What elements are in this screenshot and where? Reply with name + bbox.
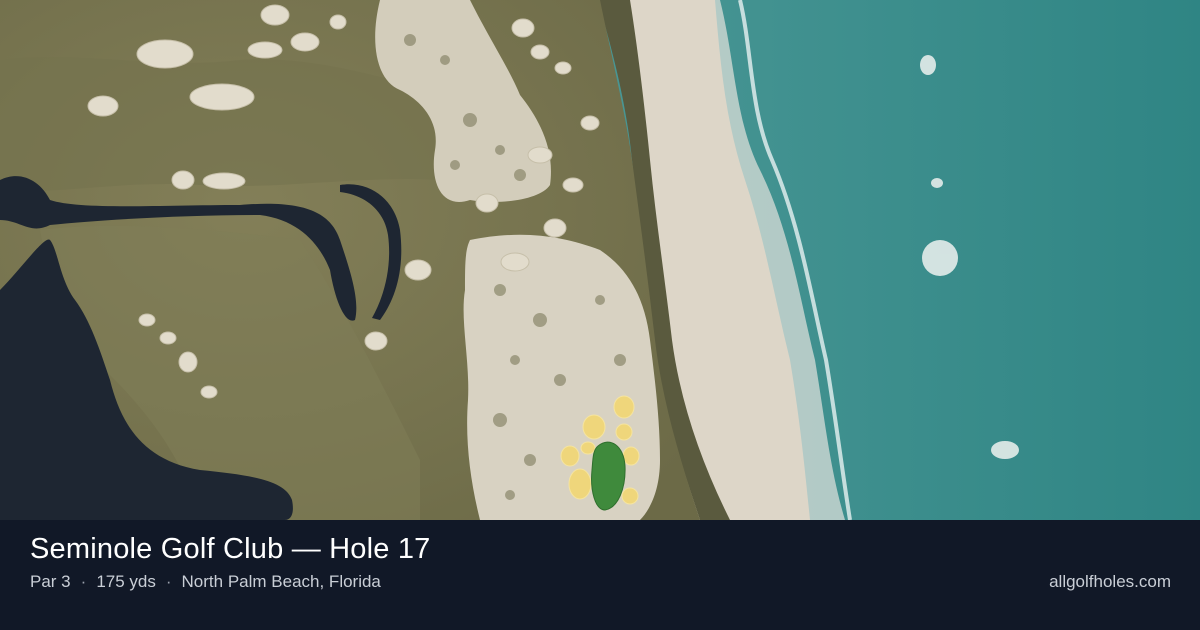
yardage-label: 175 yds [96,572,156,591]
aerial-map [0,0,1200,520]
hole-meta: Par 3 · 175 yds · North Palm Beach, Flor… [30,572,381,592]
site-link[interactable]: allgolfholes.com [1049,572,1171,592]
hole-title: Seminole Golf Club — Hole 17 [30,533,431,565]
meta-separator: · [80,572,87,591]
location-label: North Palm Beach, Florida [181,572,381,591]
aerial-map-svg [0,0,1200,520]
meta-separator: · [165,572,172,591]
rough-patch [0,57,440,192]
par-label: Par 3 [30,572,71,591]
